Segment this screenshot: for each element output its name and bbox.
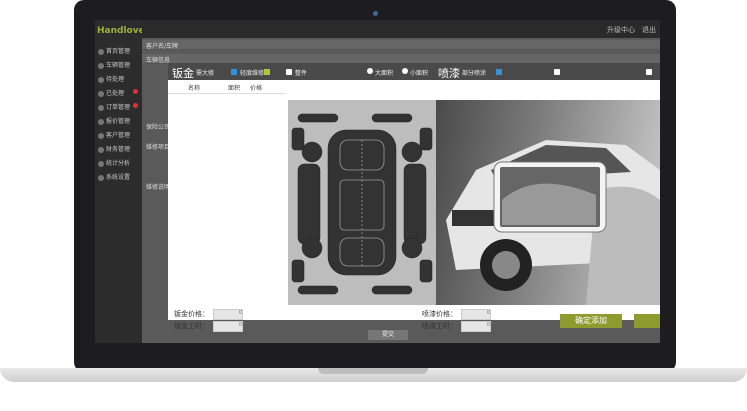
sidebar-item[interactable]: 首页管理	[98, 46, 140, 56]
wheel-front-right	[401, 141, 423, 163]
paint-blue-swatch-icon[interactable]	[496, 69, 502, 75]
secondary-button[interactable]	[634, 314, 660, 328]
paint-price-input[interactable]: 0	[461, 309, 491, 320]
paint-checkbox-2-icon[interactable]	[646, 69, 652, 75]
menu-dot-icon	[98, 104, 104, 111]
car-photo	[436, 100, 660, 305]
panel-rear-bumper-left	[297, 285, 339, 295]
upgrade-link[interactable]: 升级中心	[607, 25, 635, 35]
paint-title: 喷漆	[438, 67, 460, 80]
sidebar-item-label: 首页管理	[106, 48, 131, 55]
table-divider	[168, 93, 286, 94]
sidebar-item[interactable]: 客户管理	[98, 130, 140, 140]
panel-mirror-left	[291, 127, 305, 151]
sidebar-item[interactable]: 财务管理	[98, 144, 140, 154]
green-swatch-icon[interactable]	[264, 69, 270, 75]
paint-price-label: 喷漆价格：	[422, 310, 457, 318]
filter-label: 客户名/车牌	[146, 43, 179, 50]
notification-badge-icon	[133, 103, 138, 108]
sheet-metal-option-whole: 整件	[295, 70, 308, 77]
wheel-rear-right	[401, 237, 423, 259]
paint-option-small: 小面积	[410, 70, 429, 77]
sidebar-item[interactable]: 车辆管理	[98, 60, 140, 70]
panel-door-right	[403, 163, 427, 245]
panel-rear-bumper-right	[371, 285, 413, 295]
dialog-header: 钣金 需大修 轻度维修 整件 大面积 小面积 喷漆 部分喷涂	[168, 63, 660, 80]
car-photo-svg	[446, 140, 660, 305]
sidebar-item-label: 报价管理	[106, 118, 131, 125]
menu-dot-icon	[98, 90, 104, 97]
menu-dot-icon	[98, 118, 104, 125]
sidebar-item-label: 待处理	[106, 76, 125, 83]
menu-dot-icon	[98, 160, 104, 167]
col-name: 名称	[188, 85, 201, 92]
paint-option-large: 大面积	[375, 70, 394, 77]
app-screen: Handlover 首页管理 车辆管理 待处理 已处理 订单管理 报价管理 客户管理 财务管理…	[95, 20, 660, 343]
car-panel-svg	[291, 113, 433, 295]
repair-items-label: 维修项目	[146, 144, 171, 151]
repair-dialog: 钣金 需大修 轻度维修 整件 大面积 小面积 喷漆 部分喷涂 名称 面积 价格	[168, 63, 660, 332]
menu-dot-icon	[98, 76, 104, 83]
menu-dot-icon	[98, 62, 104, 69]
panel-front-left	[297, 113, 339, 123]
sidebar-item-label: 订单管理	[106, 104, 131, 111]
panel-front-right	[371, 113, 413, 123]
sheet-metal-title: 钣金	[172, 67, 194, 80]
menu-dot-icon	[98, 146, 104, 153]
menu-dot-icon	[98, 132, 104, 139]
paint-checkbox-icon[interactable]	[554, 69, 560, 75]
menu-dot-icon	[98, 174, 104, 181]
vehicle-info-label: 车辆信息	[146, 57, 171, 64]
radio-small-icon[interactable]	[402, 68, 408, 74]
sidebar-item[interactable]: 报价管理	[98, 116, 140, 126]
paint-hours-label: 喷漆工时：	[422, 322, 457, 330]
sidebar-item-label: 已处理	[106, 90, 125, 97]
sheet-metal-price-label: 钣金价格：	[174, 310, 209, 318]
sheet-metal-option-light: 轻度维修	[240, 70, 265, 77]
sheet-metal-option-major: 需大修	[196, 70, 215, 77]
webcam-icon	[373, 11, 378, 16]
paint-option-partial: 部分喷涂	[462, 70, 487, 77]
wheel-rear-left	[301, 237, 323, 259]
sidebar-item-label: 系统设置	[106, 174, 131, 181]
sheet-metal-hours-label: 钣金工时：	[174, 322, 209, 330]
top-bar: 升级中心 退出	[142, 20, 660, 38]
sidebar-item[interactable]: 统计分析	[98, 158, 140, 168]
sidebar-item[interactable]: 系统设置	[98, 172, 140, 182]
filter-row: 客户名/车牌	[142, 40, 660, 50]
repair-note-label: 维修说明	[146, 184, 171, 191]
confirm-add-button[interactable]: 确定添加	[560, 314, 622, 328]
col-area: 面积	[228, 85, 241, 92]
sidebar-item[interactable]: 待处理	[98, 74, 140, 84]
insurance-label: 保险公司	[146, 124, 171, 131]
sheet-metal-hours-input[interactable]: 0	[213, 321, 243, 332]
wheel-front-left	[301, 141, 323, 163]
panel-door-left	[297, 163, 321, 245]
panel-mirror-right	[419, 127, 433, 151]
notification-badge-icon	[133, 89, 138, 94]
sidebar-item-label: 财务管理	[106, 146, 131, 153]
checkbox-icon[interactable]	[286, 69, 292, 75]
sidebar-item-label: 客户管理	[106, 132, 131, 139]
col-price: 价格	[250, 85, 263, 92]
paint-hours-input[interactable]: 0	[461, 321, 491, 332]
blue-swatch-icon[interactable]	[231, 69, 237, 75]
menu-dot-icon	[98, 48, 104, 55]
logout-link[interactable]: 退出	[642, 25, 656, 35]
laptop-notch	[318, 368, 428, 374]
radio-large-icon[interactable]	[367, 68, 373, 74]
submit-button[interactable]: 提交	[368, 330, 408, 340]
panel-rear-left	[291, 259, 305, 283]
sidebar-item-label: 车辆管理	[106, 62, 131, 69]
sidebar: Handlover 首页管理 车辆管理 待处理 已处理 订单管理 报价管理 客户管理 财务管理…	[95, 20, 149, 343]
panel-rear-right	[419, 259, 433, 283]
sidebar-item-label: 统计分析	[106, 160, 131, 167]
sheet-metal-price-input[interactable]: 0	[213, 309, 243, 320]
car-panel-diagram[interactable]	[288, 100, 436, 305]
